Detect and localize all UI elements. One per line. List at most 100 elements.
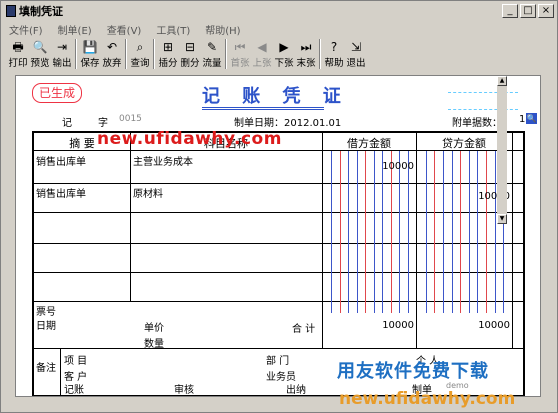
row1-account[interactable]: 主营业务成本 <box>133 153 193 168</box>
cashier-label: 出纳 <box>286 385 306 396</box>
toolbar-button-cashflow[interactable]: ✎ 流量 <box>201 39 223 71</box>
toolbar-button-last[interactable]: ⏭ 末张 <box>295 39 317 71</box>
digit-guide-line <box>331 151 332 313</box>
prev-icon: ◀ <box>257 40 267 54</box>
attachments-count[interactable]: 1 <box>519 114 525 125</box>
toolbar-button-next[interactable]: ▶ 下张 <box>273 39 295 71</box>
audit-label: 审核 <box>174 385 194 396</box>
toolbar-separator <box>225 39 227 69</box>
toolbar-button-label: 预览 <box>30 58 50 69</box>
toolbar-button-prev[interactable]: ◀ 上张 <box>251 39 273 71</box>
help-icon: ? <box>330 40 338 54</box>
row1-summary[interactable]: 销售出库单 <box>36 153 86 168</box>
preview-icon: 🔍 <box>32 40 48 54</box>
digit-guide-line <box>452 151 453 313</box>
voucher-zi-label: 字 <box>98 118 108 129</box>
scroll-up-button[interactable]: ▲ <box>497 76 507 86</box>
exit-icon: ⇲ <box>350 40 362 54</box>
department-label: 部 门 <box>266 356 290 367</box>
toolbar-button-save[interactable]: 💾 保存 <box>79 39 101 71</box>
close-button[interactable]: × <box>538 4 554 18</box>
toolbar-button-delete-row[interactable]: ⊟ 删分 <box>179 39 201 71</box>
digit-guide-line <box>495 151 496 313</box>
digit-guide-line <box>340 151 341 313</box>
toolbar-button-label: 保存 <box>80 58 100 69</box>
grid-scrollbar[interactable]: ▲ ▼ <box>497 76 507 224</box>
menu-file[interactable]: 文件(F) <box>2 21 51 37</box>
toolbar-button-label: 末张 <box>296 58 316 69</box>
row2-summary[interactable]: 销售出库单 <box>36 185 86 200</box>
row2-credit[interactable]: 10000 <box>416 191 510 202</box>
maximize-button[interactable]: □ <box>520 4 536 18</box>
toolbar-separator <box>75 39 77 69</box>
voucher-title: 记 账 凭 证 <box>202 86 349 107</box>
toolbar-button-exit[interactable]: ⇲ 退出 <box>345 39 367 71</box>
digit-guide-line <box>469 151 470 313</box>
toolbar-button-help[interactable]: ? 帮助 <box>323 39 345 71</box>
toolbar-button-label: 上张 <box>252 58 272 69</box>
row-divider <box>34 212 523 213</box>
digit-guide-line <box>399 151 400 313</box>
toolbar-button-insert-row[interactable]: ⊞ 插分 <box>157 39 179 71</box>
window-controls: _ □ × <box>502 4 554 18</box>
cashflow-icon: ✎ <box>206 40 218 54</box>
watermark-brand: 用友软件免费下载 <box>337 361 489 382</box>
export-icon: ⇥ <box>56 40 68 54</box>
status-badge: 已生成 <box>32 83 82 103</box>
date-field-label: 日期 <box>36 321 56 332</box>
last-icon: ⏭ <box>300 40 312 54</box>
voucher-word[interactable]: 记 <box>62 114 72 129</box>
voucher-window: 填制凭证 _ □ × 文件(F) 制单(E) 查看(V) 工具(T) 帮助(H)… <box>0 0 558 413</box>
toolbar-button-first[interactable]: ⏮ 首张 <box>229 39 251 71</box>
notes-label: 备注 <box>36 363 56 374</box>
header-debit: 借方金额 <box>347 137 391 150</box>
watermark-url-top: new.ufidawhy.com <box>97 129 282 149</box>
menu-view[interactable]: 查看(V) <box>100 21 150 37</box>
toolbar-button-preview[interactable]: 🔍 预览 <box>29 39 51 71</box>
toolbar-button-label: 删分 <box>180 58 200 69</box>
row-divider <box>34 272 523 273</box>
toolbar-separator <box>153 39 155 69</box>
voucher-date[interactable]: 制单日期：2012.01.01 <box>234 114 341 129</box>
toolbar: 🖶 打印 🔍 预览 ⇥ 输出 💾 保存 ↶ 放弃 ⌕ 查询 ⊞ 插分 ⊟ 删分 ✎ 流量 ⏮ 首张 ◀ 上张 ▶ 下张 ⏭ 末张?… <box>7 39 367 71</box>
row2-account[interactable]: 原材料 <box>133 185 163 200</box>
toolbar-button-printer[interactable]: 🖶 打印 <box>7 39 29 71</box>
digit-guide-line <box>477 151 478 313</box>
notes-divider <box>60 348 61 395</box>
digit-guide-line <box>426 151 427 313</box>
toolbar-button-label: 下张 <box>274 58 294 69</box>
next-icon: ▶ <box>279 40 289 54</box>
menu-help[interactable]: 帮助(H) <box>198 21 248 37</box>
row1-debit[interactable]: 10000 <box>322 161 414 172</box>
app-icon <box>6 5 16 17</box>
toolbar-button-binoculars[interactable]: ⌕ 查询 <box>129 39 151 71</box>
quantity-label: 数量 <box>144 339 164 350</box>
digit-guide-line <box>408 151 409 313</box>
menu-tools[interactable]: 工具(T) <box>149 21 198 37</box>
toolbar-button-label: 打印 <box>8 58 28 69</box>
voucher-number[interactable]: 0015 <box>119 114 142 124</box>
digit-guide-line <box>365 151 366 313</box>
row-divider <box>34 301 523 302</box>
bookkeeping-label: 记账 <box>64 385 84 396</box>
toolbar-button-label: 放弃 <box>102 58 122 69</box>
col-divider <box>416 133 417 348</box>
total-debit: 10000 <box>382 320 414 331</box>
attachments-label: 附单据数： <box>452 118 502 129</box>
window-title: 填制凭证 <box>19 5 63 18</box>
scroll-down-button[interactable]: ▼ <box>497 214 507 224</box>
digit-guide-line <box>374 151 375 313</box>
digit-guide-line <box>460 151 461 313</box>
toolbar-button-export[interactable]: ⇥ 输出 <box>51 39 73 71</box>
minimize-button[interactable]: _ <box>502 4 518 18</box>
menu-make[interactable]: 制单(E) <box>51 21 100 37</box>
toolbar-button-undo[interactable]: ↶ 放弃 <box>101 39 123 71</box>
ticket-no-label: 票号 <box>36 307 56 318</box>
search-icon[interactable]: 🔍 <box>526 113 537 124</box>
title-bar: 填制凭证 _ □ × <box>2 2 556 20</box>
toolbar-separator <box>319 39 321 69</box>
binoculars-icon: ⌕ <box>136 40 144 54</box>
delete-row-icon: ⊟ <box>184 40 196 54</box>
printer-icon: 🖶 <box>12 40 24 54</box>
digit-guide-line <box>382 151 383 313</box>
